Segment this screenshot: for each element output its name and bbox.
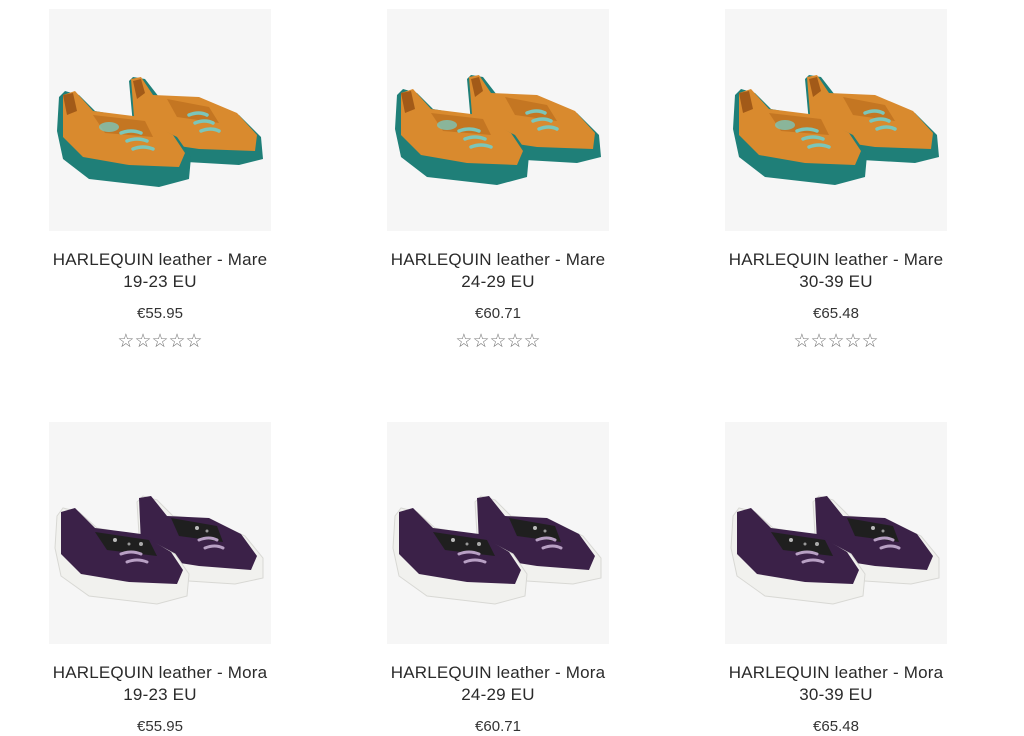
- product-size: 24-29 EU: [461, 272, 535, 291]
- shoe-image-mora: [391, 494, 603, 606]
- product-title[interactable]: HARLEQUIN leather - Mare 24-29 EU: [368, 249, 628, 293]
- shoe-image-mare: [55, 75, 265, 189]
- rating-stars: ☆☆☆☆☆: [455, 331, 541, 352]
- shoe-image-mare: [731, 73, 941, 187]
- product-image[interactable]: [49, 9, 271, 231]
- product-title[interactable]: HARLEQUIN leather - Mora 30-39 EU: [706, 662, 966, 706]
- product-name: HARLEQUIN leather - Mare: [728, 250, 944, 269]
- product-price: €55.95: [137, 718, 183, 735]
- product-image[interactable]: [387, 422, 609, 644]
- product-price: €65.48: [813, 305, 859, 322]
- product-title[interactable]: HARLEQUIN leather - Mora 19-23 EU: [30, 662, 290, 706]
- product-image[interactable]: [49, 422, 271, 644]
- product-size: 19-23 EU: [123, 272, 197, 291]
- shoe-image-mare: [393, 73, 603, 187]
- product-size: 30-39 EU: [799, 272, 873, 291]
- product-size: 19-23 EU: [123, 685, 197, 704]
- product-price: €65.48: [813, 718, 859, 735]
- rating-stars: ☆☆☆☆☆: [117, 331, 203, 352]
- product-card[interactable]: HARLEQUIN leather - Mora 24-29 EU €60.71: [348, 422, 648, 736]
- product-grid: HARLEQUIN leather - Mare 19-23 EU €55.95…: [0, 0, 1024, 736]
- product-card[interactable]: HARLEQUIN leather - Mare 19-23 EU €55.95…: [10, 9, 310, 351]
- product-price: €60.71: [475, 718, 521, 735]
- product-name: HARLEQUIN leather - Mora: [390, 663, 606, 682]
- product-size: 30-39 EU: [799, 685, 873, 704]
- product-image[interactable]: [387, 9, 609, 231]
- product-card[interactable]: HARLEQUIN leather - Mora 19-23 EU €55.95: [10, 422, 310, 736]
- rating-stars: ☆☆☆☆☆: [793, 331, 879, 352]
- product-image[interactable]: [725, 422, 947, 644]
- product-image[interactable]: [725, 9, 947, 231]
- product-card[interactable]: HARLEQUIN leather - Mare 24-29 EU €60.71…: [348, 9, 648, 351]
- product-title[interactable]: HARLEQUIN leather - Mora 24-29 EU: [368, 662, 628, 706]
- shoe-image-mora: [53, 494, 265, 606]
- product-name: HARLEQUIN leather - Mare: [52, 250, 268, 269]
- product-name: HARLEQUIN leather - Mora: [728, 663, 944, 682]
- product-card[interactable]: HARLEQUIN leather - Mare 30-39 EU €65.48…: [686, 9, 986, 351]
- product-title[interactable]: HARLEQUIN leather - Mare 19-23 EU: [30, 249, 290, 293]
- product-price: €60.71: [475, 305, 521, 322]
- product-price: €55.95: [137, 305, 183, 322]
- product-card[interactable]: HARLEQUIN leather - Mora 30-39 EU €65.48: [686, 422, 986, 736]
- product-name: HARLEQUIN leather - Mora: [52, 663, 268, 682]
- shoe-image-mora: [729, 494, 941, 606]
- product-title[interactable]: HARLEQUIN leather - Mare 30-39 EU: [706, 249, 966, 293]
- product-size: 24-29 EU: [461, 685, 535, 704]
- product-name: HARLEQUIN leather - Mare: [390, 250, 606, 269]
